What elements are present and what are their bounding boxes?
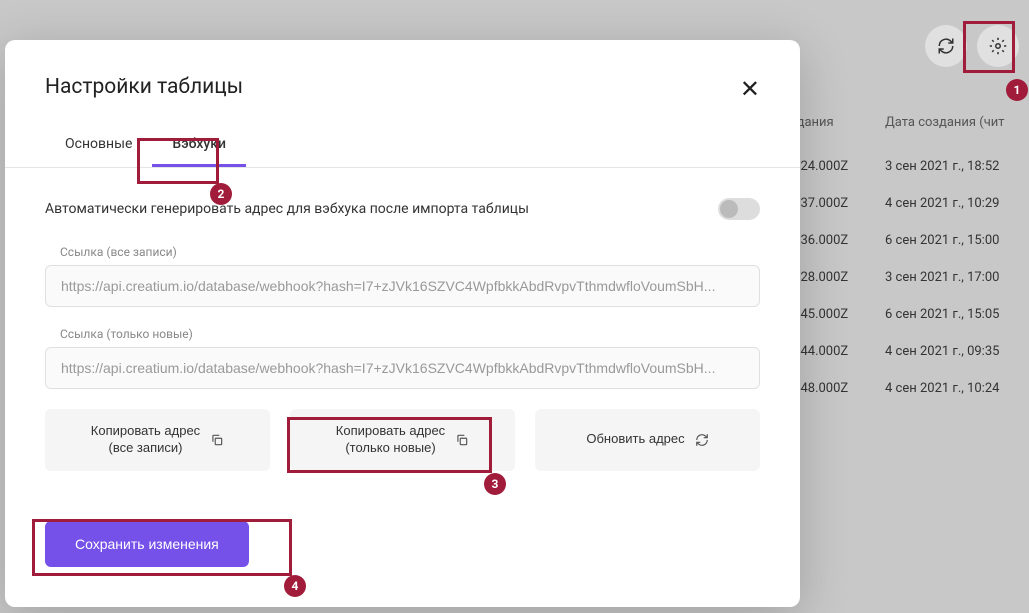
annotation-badge-1: 1 bbox=[1006, 79, 1028, 101]
auto-generate-toggle[interactable] bbox=[718, 198, 760, 220]
close-button[interactable]: ✕ bbox=[740, 75, 760, 104]
table-row: 0:28.000Z 3 сен 2021 г., 17:00 bbox=[790, 259, 1029, 296]
table-header-created-readable: Дата создания (чит bbox=[885, 115, 1025, 130]
annotation-badge-3: 3 bbox=[484, 473, 506, 495]
table-row: 9:37.000Z 4 сен 2021 г., 10:29 bbox=[790, 185, 1029, 222]
copy-new-button[interactable]: Копировать адрес (только новые) bbox=[290, 409, 515, 471]
modal-title: Настройки таблицы bbox=[45, 75, 760, 99]
settings-circle-button[interactable] bbox=[977, 25, 1019, 67]
table-row: 5:45.000Z 6 сен 2021 г., 15:05 bbox=[790, 296, 1029, 333]
tab-webhooks[interactable]: Вэбхуки bbox=[152, 124, 246, 167]
link-all-label: Ссылка (все записи) bbox=[45, 245, 760, 259]
link-all-input[interactable] bbox=[45, 265, 760, 307]
tab-main[interactable]: Основные bbox=[45, 124, 152, 167]
table-row: 3:48.000Z 4 сен 2021 г., 10:24 bbox=[790, 370, 1029, 407]
copy-icon bbox=[210, 433, 224, 447]
background-table: здания Дата создания (чит 2:24.000Z 3 се… bbox=[790, 115, 1029, 407]
copy-icon bbox=[455, 433, 469, 447]
refresh-circle-button[interactable] bbox=[925, 25, 967, 67]
annotation-badge-4: 4 bbox=[284, 575, 306, 597]
refresh-address-button[interactable]: Обновить адрес bbox=[535, 409, 760, 471]
table-header-created-iso: здания bbox=[790, 115, 885, 130]
table-row: 2:24.000Z 3 сен 2021 г., 18:52 bbox=[790, 148, 1029, 185]
link-new-label: Ссылка (только новые) bbox=[45, 327, 760, 341]
refresh-icon bbox=[937, 37, 955, 55]
table-settings-modal: Настройки таблицы ✕ Основные Вэбхуки Авт… bbox=[5, 40, 800, 607]
link-new-input[interactable] bbox=[45, 347, 760, 389]
gear-icon bbox=[989, 37, 1007, 55]
toggle-knob bbox=[720, 200, 738, 218]
table-row: 5:44.000Z 4 сен 2021 г., 09:35 bbox=[790, 333, 1029, 370]
auto-generate-label: Автоматически генерировать адрес для вэб… bbox=[45, 201, 529, 217]
save-button[interactable]: Сохранить изменения bbox=[45, 521, 249, 567]
close-icon: ✕ bbox=[740, 76, 760, 103]
table-row: 0:36.000Z 6 сен 2021 г., 15:00 bbox=[790, 222, 1029, 259]
refresh-icon bbox=[695, 433, 709, 447]
copy-all-button[interactable]: Копировать адрес (все записи) bbox=[45, 409, 270, 471]
annotation-badge-2: 2 bbox=[210, 183, 232, 205]
